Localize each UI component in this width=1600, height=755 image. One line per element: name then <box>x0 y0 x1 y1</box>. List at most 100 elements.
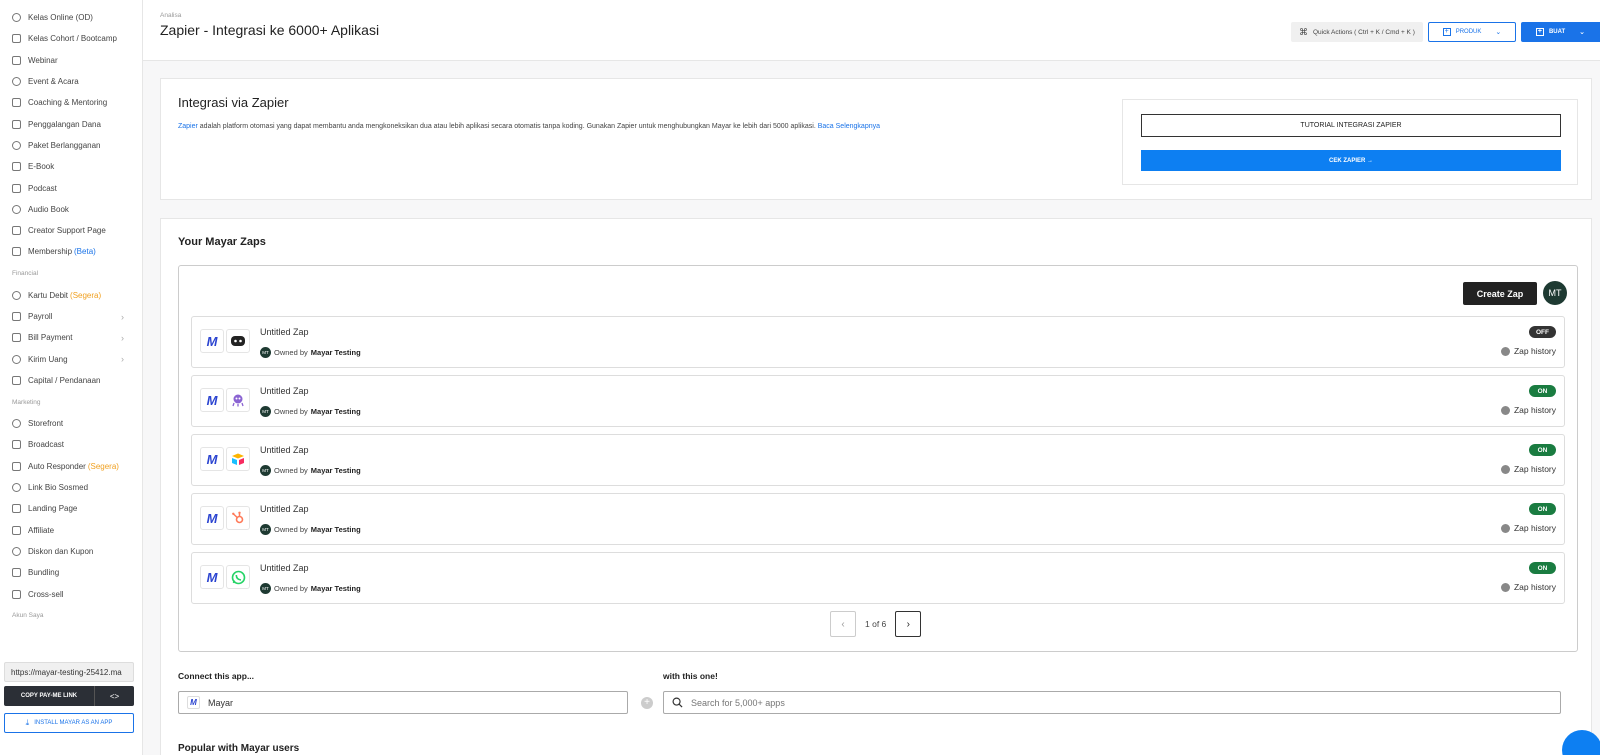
owned-by-label: Owned by <box>274 407 308 416</box>
capital-icon <box>12 375 21 385</box>
quick-actions-button[interactable]: ⌘ Quick Actions ( Ctrl + K / Cmd + K ) <box>1291 22 1423 42</box>
sidebar-item[interactable]: Webinar <box>0 50 142 71</box>
sidebar-item[interactable]: Kirim Uang › <box>0 348 142 369</box>
sidebar-item[interactable]: Link Bio Sosmed <box>0 477 142 498</box>
sidebar-item[interactable]: Paket Berlangganan <box>0 135 142 156</box>
zap-status-toggle[interactable]: ON <box>1529 444 1556 456</box>
bill-icon <box>12 333 21 343</box>
mayar-logo-icon: M <box>200 329 224 353</box>
zap-history-label: Zap history <box>1513 346 1556 356</box>
zap-row[interactable]: M Untitled Zap MT Owned by Mayar Testing ON Za… <box>191 552 1565 604</box>
source-app-field[interactable]: M Mayar <box>178 691 628 714</box>
sidebar-financial-group: Kartu Debit (Segera) Payroll › Bill Payment ›… <box>0 285 142 391</box>
sidebar-item[interactable]: Capital / Pendanaan <box>0 370 142 391</box>
sidebar-item-label: Podcast <box>28 183 57 193</box>
plus-square-icon: + <box>1442 28 1451 36</box>
sidebar-item[interactable]: Auto Responder (Segera) <box>0 456 142 477</box>
sidebar-item-badge: (Segera) <box>87 461 119 471</box>
install-app-button[interactable]: ⤓ INSTALL MAYAR AS AN APP <box>4 713 134 733</box>
rss-icon <box>12 440 21 450</box>
chevron-right-icon: › <box>906 618 910 630</box>
sidebar-marketing-group: Storefront Broadcast Auto Responder (Segera… <box>0 413 142 605</box>
sidebar-item[interactable]: Event & Acara <box>0 71 142 92</box>
chevron-right-icon: › <box>121 354 124 365</box>
percent-icon <box>12 546 21 556</box>
zap-owner: MT Owned by Mayar Testing <box>260 406 361 417</box>
zap-history-link[interactable]: Zap history <box>1500 346 1556 356</box>
zap-history-label: Zap history <box>1513 405 1556 415</box>
zap-name[interactable]: Untitled Zap <box>260 504 309 514</box>
with-app-label: with this one! <box>663 671 718 681</box>
sidebar-item-label: Bundling <box>28 568 60 578</box>
sidebar-item[interactable]: Kelas Cohort / Bootcamp <box>0 28 142 49</box>
zap-history-link[interactable]: Zap history <box>1500 405 1556 415</box>
sidebar-item-label: Coaching & Mentoring <box>28 98 108 108</box>
owned-by-label: Owned by <box>274 348 308 357</box>
box-icon <box>12 568 21 578</box>
sidebar-item[interactable]: Storefront <box>0 413 142 434</box>
sidebar-item-label: Creator Support Page <box>28 226 106 236</box>
sidebar-item-label: E-Book <box>28 162 55 172</box>
copy-link-row: COPY PAY-ME LINK <> <box>4 686 134 706</box>
embed-code-button[interactable]: <> <box>94 686 134 706</box>
zap-row[interactable]: M Untitled Zap MT Owned by Mayar Testing ON Za… <box>191 493 1565 545</box>
zap-status-toggle[interactable]: OFF <box>1529 326 1556 338</box>
zap-status-toggle[interactable]: ON <box>1529 562 1556 574</box>
produk-dropdown-button[interactable]: + PRODUK ⌄ <box>1428 22 1516 42</box>
zap-history-link[interactable]: Zap history <box>1500 523 1556 533</box>
read-more-link[interactable]: Baca Selengkapnya <box>818 123 880 130</box>
zap-row[interactable]: M Untitled Zap MT Owned by Mayar Testing ON Za… <box>191 375 1565 427</box>
buat-dropdown-button[interactable]: + BUAT ⌄ <box>1521 22 1600 42</box>
sidebar-item[interactable]: Payroll › <box>0 306 142 327</box>
zapier-link[interactable]: Zapier <box>178 123 198 130</box>
payme-link-field[interactable]: https://mayar-testing-25412.ma <box>4 662 134 682</box>
owner-name: Mayar Testing <box>310 525 361 534</box>
zap-name[interactable]: Untitled Zap <box>260 563 309 573</box>
zap-history-link[interactable]: Zap history <box>1500 582 1556 592</box>
sidebar-item[interactable]: Podcast <box>0 177 142 198</box>
sidebar-item[interactable]: Broadcast <box>0 434 142 455</box>
coach-icon <box>12 98 21 108</box>
sidebar-item[interactable]: Penggalangan Dana <box>0 113 142 134</box>
sidebar-item-label: Kartu Debit <box>28 290 69 300</box>
tutorial-zapier-button[interactable]: TUTORIAL INTEGRASI ZAPIER <box>1141 114 1561 137</box>
create-zap-button[interactable]: Create Zap <box>1463 282 1537 305</box>
sidebar-item[interactable]: Bill Payment › <box>0 327 142 348</box>
sidebar-item-label: Event & Acara <box>28 77 79 87</box>
zap-history-link[interactable]: Zap history <box>1500 464 1556 474</box>
sidebar-item[interactable]: Cross-sell <box>0 583 142 604</box>
zap-status-toggle[interactable]: ON <box>1529 503 1556 515</box>
sidebar-item[interactable]: E-Book <box>0 156 142 177</box>
app-search-input[interactable] <box>691 697 1491 708</box>
app-search-field[interactable] <box>663 691 1561 714</box>
sidebar-item[interactable]: Membership (Beta) <box>0 241 142 262</box>
sidebar-item[interactable]: Affiliate <box>0 520 142 541</box>
mayar-logo-icon: M <box>200 447 224 471</box>
whatsapp-icon <box>226 565 250 589</box>
copy-payme-link-button[interactable]: COPY PAY-ME LINK <box>4 686 94 706</box>
sidebar-item[interactable]: Kelas Online (OD) <box>0 7 142 28</box>
breadcrumb[interactable]: Analisa <box>160 12 181 19</box>
zap-row[interactable]: M Untitled Zap MT Owned by Mayar Testing ON Za… <box>191 434 1565 486</box>
sidebar-item[interactable]: Bundling <box>0 562 142 583</box>
sidebar-item[interactable]: Diskon dan Kupon <box>0 541 142 562</box>
sidebar-item[interactable]: Landing Page <box>0 498 142 519</box>
zap-status-toggle[interactable]: ON <box>1529 385 1556 397</box>
zap-name[interactable]: Untitled Zap <box>260 327 309 337</box>
avatar[interactable]: MT <box>1543 281 1567 305</box>
sidebar-item[interactable]: Kartu Debit (Segera) <box>0 285 142 306</box>
zap-history-label: Zap history <box>1513 523 1556 533</box>
sidebar-item-label: Audio Book <box>28 204 69 214</box>
next-page-button[interactable]: › <box>895 611 922 637</box>
zap-row[interactable]: M Untitled Zap MT Owned by Mayar Testing OFF Z… <box>191 316 1565 368</box>
zap-name[interactable]: Untitled Zap <box>260 445 309 455</box>
zap-name[interactable]: Untitled Zap <box>260 386 309 396</box>
integration-description-text: adalah platform otomasi yang dapat memba… <box>197 123 818 130</box>
zap-history-label: Zap history <box>1513 582 1556 592</box>
prev-page-button[interactable]: ‹ <box>830 611 856 637</box>
sidebar-item[interactable]: Creator Support Page <box>0 220 142 241</box>
cek-zapier-button[interactable]: CEK ZAPIER → <box>1141 150 1561 171</box>
sidebar-item[interactable]: Audio Book <box>0 199 142 220</box>
sidebar-item[interactable]: Coaching & Mentoring <box>0 92 142 113</box>
sidebar-products-group: Kelas Online (OD) Kelas Cohort / Bootcamp… <box>0 7 142 263</box>
